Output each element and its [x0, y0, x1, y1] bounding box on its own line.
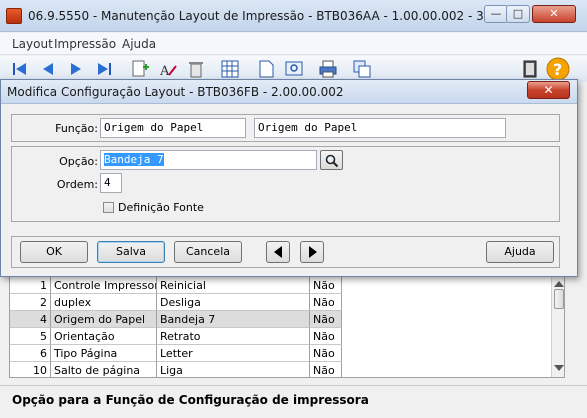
- funcao-label: Função:: [55, 122, 98, 135]
- menu-bar: Layout Impressão Ajuda: [0, 33, 587, 55]
- cell-name: Salto de página: [51, 362, 157, 377]
- main-title-bar: 06.9.5550 - Manutenção Layout de Impress…: [0, 0, 587, 32]
- next-record-icon[interactable]: [66, 59, 86, 79]
- cell-status: Não: [310, 294, 342, 311]
- last-record-icon[interactable]: [94, 59, 114, 79]
- menu-layout[interactable]: Layout: [12, 37, 53, 51]
- opcao-panel: Opção: Bandeja 7 Ordem: 4 Definição Font…: [11, 146, 560, 222]
- help-icon[interactable]: ?: [546, 57, 570, 81]
- definicao-fonte-checkbox[interactable]: [103, 202, 114, 213]
- previous-record-icon[interactable]: [38, 59, 58, 79]
- cell-value: Desliga: [157, 294, 310, 311]
- table-row[interactable]: 4 Origem do Papel Bandeja 7 Não: [10, 311, 342, 328]
- cell-value: Reinicial: [157, 277, 310, 294]
- cell-value: Letter: [157, 345, 310, 362]
- cell-status: Não: [310, 362, 342, 377]
- cell-status: Não: [310, 328, 342, 345]
- grid-scrollbar[interactable]: [551, 277, 564, 377]
- scroll-down-icon[interactable]: [554, 365, 564, 371]
- document-icon[interactable]: [256, 59, 276, 79]
- exit-door-icon[interactable]: [520, 59, 540, 79]
- salva-button[interactable]: Salva: [97, 241, 165, 263]
- cell-name: Origem do Papel: [51, 311, 157, 328]
- arrow-left-icon: [274, 246, 282, 258]
- cell-name: duplex: [51, 294, 157, 311]
- cell-num: 1: [10, 277, 51, 294]
- app-icon: [6, 8, 22, 24]
- cell-num: 6: [10, 345, 51, 362]
- cell-name: Controle Impressora: [51, 277, 157, 294]
- opcao-search-button[interactable]: [320, 150, 343, 170]
- table-row[interactable]: 5 Orientação Retrato Não: [10, 328, 342, 345]
- table-row[interactable]: 1 Controle Impressora Reinicial Não: [10, 277, 342, 294]
- next-button[interactable]: [300, 241, 324, 263]
- status-bar: Opção para a Função de Configuração de i…: [0, 385, 587, 418]
- definicao-fonte-label: Definição Fonte: [118, 201, 204, 214]
- scroll-up-icon[interactable]: [554, 281, 564, 287]
- modify-layout-dialog: Modifica Configuração Layout - BTB036FB …: [0, 79, 578, 277]
- window-title: 06.9.5550 - Manutenção Layout de Impress…: [28, 9, 529, 23]
- funcao-panel: Função: Origem do Papel Origem do Papel: [11, 114, 560, 142]
- cell-num: 5: [10, 328, 51, 345]
- cell-num: 2: [10, 294, 51, 311]
- svg-text:?: ?: [553, 60, 562, 79]
- cell-num: 10: [10, 362, 51, 377]
- cell-status: Não: [310, 345, 342, 362]
- opcao-field[interactable]: Bandeja 7: [100, 150, 317, 170]
- opcao-selected-text: Bandeja 7: [104, 153, 164, 166]
- button-panel: OK Salva Cancela Ajuda: [11, 236, 560, 268]
- menu-impressao[interactable]: Impressão: [54, 37, 116, 51]
- cell-value: Retrato: [157, 328, 310, 345]
- dialog-title-bar: Modifica Configuração Layout - BTB036FB …: [1, 80, 577, 104]
- table-row[interactable]: 2 duplex Desliga Não: [10, 294, 342, 311]
- scroll-thumb[interactable]: [554, 289, 564, 309]
- maximize-button[interactable]: □: [506, 5, 530, 23]
- search-icon: [325, 154, 339, 168]
- copy-icon[interactable]: [352, 59, 372, 79]
- arrow-right-icon: [309, 246, 317, 258]
- cell-value: Liga: [157, 362, 310, 377]
- ordem-label: Ordem:: [56, 178, 98, 191]
- cell-status: Não: [310, 311, 342, 328]
- previous-button[interactable]: [266, 241, 290, 263]
- cancela-button[interactable]: Cancela: [174, 241, 242, 263]
- opcao-label: Opção:: [59, 155, 98, 168]
- new-record-icon[interactable]: [130, 59, 150, 79]
- cell-name: Orientação: [51, 328, 157, 345]
- print-icon[interactable]: [318, 59, 338, 79]
- status-text: Opção para a Função de Configuração de i…: [12, 393, 369, 407]
- configuration-grid: 1 Controle Impressora Reinicial Não 2 duplex D…: [9, 277, 565, 378]
- ajuda-button[interactable]: Ajuda: [486, 241, 554, 263]
- delete-record-icon[interactable]: [186, 59, 206, 79]
- menu-ajuda[interactable]: Ajuda: [122, 37, 156, 51]
- cell-status: Não: [310, 277, 342, 294]
- cell-name: Tipo Página: [51, 345, 157, 362]
- preview-icon[interactable]: [284, 59, 304, 79]
- dialog-title: Modifica Configuração Layout - BTB036FB …: [7, 85, 344, 99]
- funcao-code-field[interactable]: Origem do Papel: [100, 118, 246, 138]
- grid-view-icon[interactable]: [220, 59, 240, 79]
- cell-value: Bandeja 7: [157, 311, 310, 328]
- cell-num: 4: [10, 311, 51, 328]
- window-close-button[interactable]: ✕: [532, 5, 576, 23]
- minimize-button[interactable]: —: [484, 5, 508, 23]
- ok-button[interactable]: OK: [20, 241, 88, 263]
- svg-text:A: A: [159, 64, 170, 79]
- table-row[interactable]: 10 Salto de página Liga Não: [10, 362, 342, 377]
- ordem-field[interactable]: 4: [100, 173, 122, 193]
- dialog-close-button[interactable]: ✕: [527, 81, 570, 99]
- funcao-description-field[interactable]: Origem do Papel: [254, 118, 506, 138]
- table-row[interactable]: 6 Tipo Página Letter Não: [10, 345, 342, 362]
- edit-record-icon[interactable]: A: [158, 59, 178, 79]
- first-record-icon[interactable]: [10, 59, 30, 79]
